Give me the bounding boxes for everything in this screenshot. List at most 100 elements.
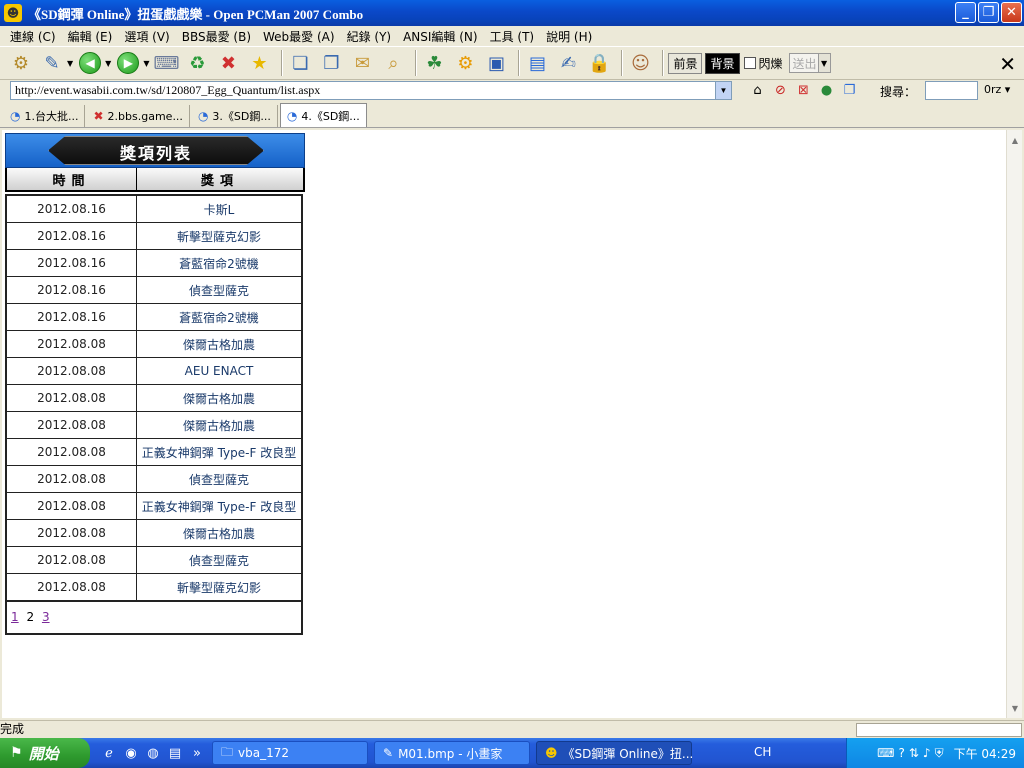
keyboard-icon[interactable]: ⌨ (877, 746, 894, 760)
tab-3[interactable]: ◔ 3.《SD鋼... (192, 105, 278, 127)
task-vba-folder[interactable]: 🗀 vba_172 (212, 741, 368, 765)
task-pcman[interactable]: ☻ 《SD鋼彈 Online》扭... (536, 741, 693, 765)
live-icon[interactable]: ▤ (166, 746, 184, 761)
search-label: 搜尋： (880, 85, 917, 99)
search-engine-select[interactable]: 0rz ▾ (984, 83, 1010, 96)
addressbook-icon[interactable]: ☘ (421, 50, 447, 76)
close-icon[interactable]: ✕ (999, 52, 1016, 76)
url-input[interactable]: http://event.wasabii.com.tw/sd/120807_Eg… (10, 81, 732, 100)
tab-4[interactable]: ◔ 4.《SD鋼... (279, 103, 367, 127)
menu-bbs-favorites[interactable]: BBS最愛 (B) (176, 28, 257, 45)
close-page-icon[interactable]: ⊠ (794, 81, 813, 100)
chevron-down-icon[interactable]: ▼ (817, 54, 830, 72)
search-doc-icon[interactable]: ⌕ (380, 50, 406, 76)
edit-icon[interactable]: ✍ (555, 50, 581, 76)
settings-gear-icon[interactable]: ⚙ (452, 50, 478, 76)
tab-2[interactable]: ✖ 2.bbs.game... (87, 105, 190, 127)
close-window-button[interactable]: ✕ (1001, 2, 1022, 23)
back-icon[interactable]: ◀ (77, 50, 103, 76)
window-title: 《SD鋼彈 Online》扭蛋戲戲樂 - Open PCMan 2007 Com… (28, 6, 364, 22)
chevron-down-icon[interactable]: ▼ (105, 59, 111, 68)
firefox-icon[interactable]: ◍ (144, 746, 162, 761)
image-icon[interactable]: ▤ (524, 50, 550, 76)
table-row: 2012.08.08 傑爾古格加農 (7, 520, 301, 547)
web-page-icon: ◔ (10, 109, 21, 123)
menu-connection[interactable]: 連線 (C) (4, 28, 62, 45)
globe-icon[interactable]: ● (817, 81, 836, 100)
cell-time: 2012.08.16 (7, 223, 137, 249)
search-input[interactable] (925, 81, 978, 100)
foreground-color-button[interactable]: 前景 (668, 52, 703, 74)
refresh-icon[interactable]: ♻ (184, 50, 210, 76)
scroll-up-icon[interactable]: ▲ (1007, 132, 1023, 148)
cell-prize: 偵查型薩克 (188, 472, 249, 487)
page-link-1[interactable]: 1 (11, 610, 19, 624)
table-row: 2012.08.08 傑爾古格加農 (7, 412, 301, 439)
stop-icon[interactable]: ⊘ (771, 81, 790, 100)
tab-label: 1.台大批... (24, 110, 79, 123)
menu-edit[interactable]: 編輯 (E) (62, 28, 119, 45)
notes-icon[interactable]: ✉ (349, 50, 375, 76)
table-row: 2012.08.08 正義女神鋼彈 Type-F 改良型 (7, 439, 301, 466)
help-icon[interactable]: ? (898, 746, 904, 760)
chrome-icon[interactable]: ◉ (122, 746, 140, 761)
chevron-down-icon[interactable]: ▼ (67, 59, 73, 68)
task-paint[interactable]: ✎ M01.bmp - 小畫家 (374, 741, 530, 765)
menu-web-favorites[interactable]: Web最愛 (A) (257, 28, 341, 45)
table-row: 2012.08.16 蒼藍宿命2號機 (7, 250, 301, 277)
user-icon[interactable]: ☺ (627, 50, 653, 76)
cell-prize: 蒼藍宿命2號機 (179, 310, 259, 325)
menu-options[interactable]: 選項 (V) (118, 28, 175, 45)
network-icon[interactable]: ⌨ (153, 50, 179, 76)
start-label: 開始 (28, 744, 59, 763)
app-logo-icon[interactable]: ☻ (4, 4, 22, 22)
window-controls: _ ❐ ✕ (955, 2, 1022, 23)
table-row: 2012.08.08 傑爾古格加農 (7, 331, 301, 358)
windows-icon[interactable]: ❐ (840, 81, 859, 100)
home-icon[interactable]: ⌂ (748, 81, 767, 100)
send-button[interactable]: 送出 ▼ (788, 53, 831, 73)
menu-help[interactable]: 說明 (H) (540, 28, 598, 45)
scroll-down-icon[interactable]: ▼ (1007, 700, 1023, 716)
disconnect-icon[interactable]: ✖ (215, 50, 241, 76)
lock-icon[interactable]: 🔒 (586, 50, 612, 76)
web-page-icon: ◔ (197, 109, 209, 123)
cell-time: 2012.08.16 (7, 196, 137, 222)
minimize-button[interactable]: _ (955, 2, 976, 23)
folder-icon: 🗀 (221, 744, 234, 759)
table-row: 2012.08.08 AEU ENACT (7, 358, 301, 385)
ime-indicator[interactable]: CH (754, 745, 771, 759)
table-row: 2012.08.16 斬擊型薩克幻影 (7, 223, 301, 250)
menu-tools[interactable]: 工具 (T) (484, 28, 541, 45)
page-link-3[interactable]: 3 (42, 610, 50, 624)
maximize-button[interactable]: ❐ (978, 2, 999, 23)
cell-prize: 偵查型薩克 (188, 553, 249, 568)
column-header-prize: 獎項 (200, 173, 239, 189)
menu-ansi-edit[interactable]: ANSI編輯 (N) (397, 28, 484, 45)
search-engine-label: 0rz (984, 83, 1002, 96)
forward-icon[interactable]: ▶ (115, 50, 141, 76)
window-icon[interactable]: ▣ (483, 50, 509, 76)
new-connection-icon[interactable]: ✎ (39, 50, 65, 76)
blink-checkbox[interactable] (743, 57, 756, 69)
favorite-star-icon[interactable]: ★ (246, 50, 272, 76)
cell-time: 2012.08.08 (7, 412, 137, 438)
table-row: 2012.08.08 斬擊型薩克幻影 (7, 574, 301, 601)
background-color-button[interactable]: 背景 (705, 52, 740, 74)
volume-icon[interactable]: ♪ (923, 746, 931, 760)
chevron-right-icon[interactable]: » (188, 746, 206, 761)
network-tray-icon[interactable]: ⇅ (909, 746, 919, 760)
cell-time: 2012.08.08 (7, 493, 137, 519)
tab-1[interactable]: ◔ 1.台大批... (4, 105, 86, 127)
connect-icon[interactable]: ⚙ (8, 50, 34, 76)
menu-history[interactable]: 紀錄 (Y) (341, 28, 398, 45)
table-row: 2012.08.08 正義女神鋼彈 Type-F 改良型 (7, 493, 301, 520)
shield-icon[interactable]: ⛨ (935, 746, 944, 761)
paste-icon[interactable]: ❐ (318, 50, 344, 76)
chevron-down-icon[interactable]: ▼ (715, 82, 731, 99)
start-button[interactable]: ⚑ 開始 (0, 738, 90, 768)
vertical-scrollbar[interactable]: ▲ ▼ (1006, 130, 1022, 718)
ie-icon[interactable]: ℯ (100, 746, 118, 761)
chevron-down-icon[interactable]: ▼ (143, 59, 149, 68)
copy-icon[interactable]: ❏ (287, 50, 313, 76)
